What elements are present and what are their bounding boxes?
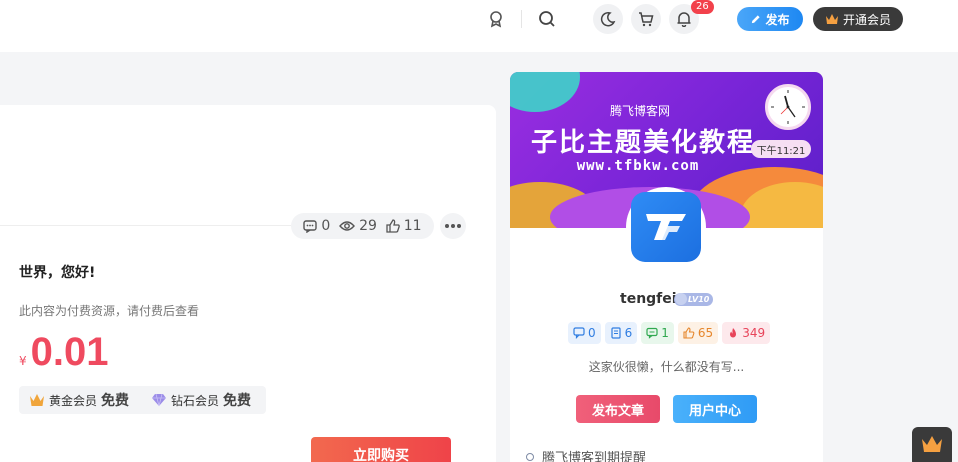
stat-articles[interactable]: 6 <box>604 322 638 344</box>
banner-url: www.tfbkw.com <box>576 158 700 174</box>
gold-member-free: 免费 <box>101 393 130 409</box>
eye-icon <box>339 221 356 231</box>
comment-count[interactable]: 0 <box>303 218 330 234</box>
crown-icon <box>922 436 942 452</box>
like-count-value: 11 <box>403 218 422 234</box>
header-divider <box>521 10 522 28</box>
stat-articles-value: 6 <box>624 326 633 340</box>
clock-time: 下午11:21 <box>751 140 811 158</box>
crown-icon <box>825 14 838 24</box>
medal-icon[interactable] <box>486 9 506 29</box>
expiry-reminder-item[interactable]: 腾飞博客到期提醒 <box>526 447 646 462</box>
more-dot-icon <box>445 224 449 228</box>
banner-subtitle: 腾飞博客网 <box>609 104 670 118</box>
diamond-member-price: 钻石会员 免费 <box>151 390 251 410</box>
post-stats: 0 29 11 <box>291 213 434 239</box>
moon-icon <box>600 11 616 27</box>
diamond-member-label: 钻石会员 <box>171 393 220 408</box>
bullet-ring-icon <box>526 452 534 461</box>
thumbs-up-icon <box>386 219 400 233</box>
search-icon[interactable] <box>537 9 557 29</box>
top-header: 26 发布 开通会员 <box>0 0 958 52</box>
pencil-icon <box>752 14 761 23</box>
user-center-button[interactable]: 用户中心 <box>673 395 757 423</box>
publish-button[interactable]: 发布 <box>737 7 803 31</box>
author-bio: 这家伙很懒，什么都没有写... <box>588 360 745 374</box>
open-vip-button[interactable]: 开通会员 <box>813 7 903 31</box>
post-title: 世界，您好! <box>19 265 96 281</box>
view-count-value: 29 <box>359 218 377 234</box>
currency-symbol: ¥ <box>19 354 27 368</box>
stat-comments[interactable]: 0 <box>568 322 601 344</box>
buy-now-button[interactable]: 立即购买 <box>311 437 451 462</box>
paid-content-notice: 此内容为付费资源，请付费后查看 <box>19 304 200 318</box>
clock-icon <box>765 84 811 130</box>
author-card: 腾飞博客网 子比主题美化教程 www.tfbkw.com 下午11:21 ten… <box>510 72 823 462</box>
expiry-reminder-label: 腾飞博客到期提醒 <box>542 451 647 462</box>
author-stats: 0 6 1 65 349 <box>568 322 771 344</box>
dark-mode-toggle[interactable] <box>593 4 623 34</box>
stat-popularity[interactable]: 349 <box>722 322 771 344</box>
cart-button[interactable] <box>631 4 661 34</box>
stat-likes[interactable]: 65 <box>677 322 719 344</box>
like-icon <box>683 327 695 339</box>
comment-icon <box>573 327 585 339</box>
diamond-member-free: 免费 <box>223 393 252 409</box>
more-options-button[interactable] <box>440 213 466 239</box>
comment-icon <box>303 219 318 233</box>
more-dot-icon <box>451 224 455 228</box>
vip-label: 开通会员 <box>842 12 891 27</box>
price: ¥ 0.01 <box>19 330 109 375</box>
floating-vip-button[interactable] <box>912 427 952 462</box>
avatar[interactable] <box>626 187 706 267</box>
like-count[interactable]: 11 <box>386 218 422 234</box>
fire-icon <box>730 328 737 338</box>
stat-popularity-value: 349 <box>742 326 766 340</box>
gold-member-price: 黄金会员 免费 <box>29 390 129 410</box>
stat-posts[interactable]: 1 <box>641 322 674 344</box>
banner-title: 子比主题美化教程 <box>530 128 755 158</box>
tf-logo-icon <box>631 192 701 262</box>
chat-icon <box>646 327 658 339</box>
publish-article-button[interactable]: 发布文章 <box>576 395 660 423</box>
stat-comments-value: 0 <box>588 326 596 340</box>
gold-crown-icon <box>30 394 44 406</box>
gold-member-label: 黄金会员 <box>49 393 98 408</box>
publish-label: 发布 <box>765 12 790 27</box>
cart-icon <box>639 12 654 27</box>
stat-likes-value: 65 <box>697 326 714 340</box>
author-name[interactable]: tengfei <box>620 291 677 307</box>
notification-badge: 26 <box>691 0 714 14</box>
level-badge: LV10 <box>674 293 714 306</box>
stat-posts-value: 1 <box>661 326 669 340</box>
comment-count-value: 0 <box>321 218 331 234</box>
diamond-icon <box>152 393 167 407</box>
article-icon <box>611 327 621 339</box>
view-count: 29 <box>339 218 377 234</box>
price-value: 0.01 <box>30 330 109 374</box>
member-pricing: 黄金会员 免费 钻石会员 免费 <box>19 386 266 414</box>
more-dot-icon <box>457 224 461 228</box>
bell-icon <box>677 12 691 27</box>
